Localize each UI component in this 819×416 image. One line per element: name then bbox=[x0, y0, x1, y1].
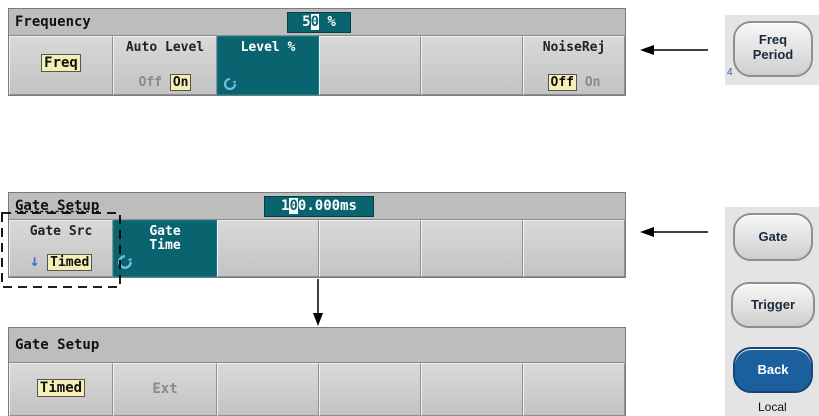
freq-key-panel: Freq Period 4 bbox=[725, 15, 819, 85]
gate-key[interactable]: Gate bbox=[733, 213, 813, 261]
trigger-key[interactable]: Trigger bbox=[731, 282, 815, 328]
local-label: Local bbox=[758, 400, 787, 414]
channel-number: 4 bbox=[727, 67, 733, 78]
arrow-head-freq bbox=[640, 45, 654, 55]
freq-period-key[interactable]: Freq Period bbox=[733, 21, 813, 77]
arrow-head-gate bbox=[640, 227, 654, 237]
annotation-overlay bbox=[1, 45, 708, 326]
gate-key-panel: Gate Trigger Back Local bbox=[725, 207, 819, 416]
arrow-head-down bbox=[313, 313, 323, 326]
back-key[interactable]: Back bbox=[733, 347, 813, 393]
gate-src-callout bbox=[1, 212, 121, 288]
